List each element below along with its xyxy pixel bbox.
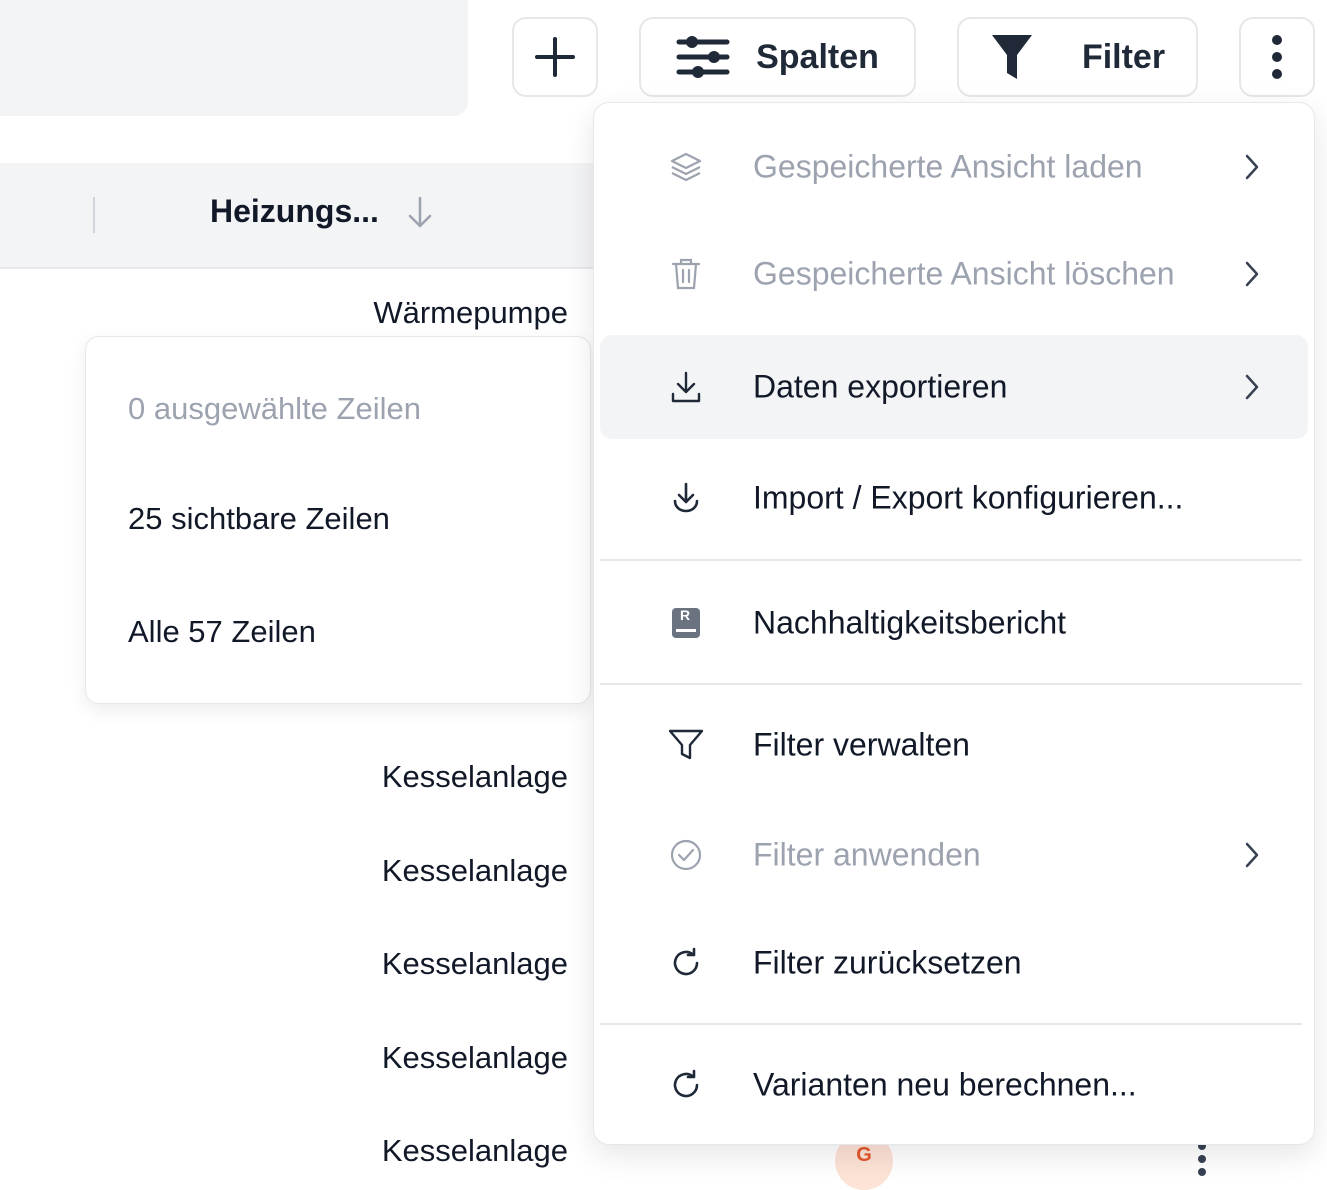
column-header-heizung[interactable]: Heizungs...	[210, 193, 379, 230]
menu-item-label: Filter zurücksetzen	[753, 944, 1022, 981]
kebab-icon	[1272, 35, 1282, 79]
more-options-button[interactable]	[1239, 17, 1315, 97]
chevron-right-icon	[1245, 154, 1259, 180]
add-button[interactable]	[512, 17, 598, 97]
menu-item-reset-filter[interactable]: Filter zurücksetzen	[600, 911, 1308, 1015]
table-cell: Kesselanlage	[381, 759, 568, 794]
search-area[interactable]	[0, 0, 468, 116]
chevron-right-icon	[1245, 842, 1259, 868]
filter-button[interactable]: Filter	[957, 17, 1198, 97]
menu-divider	[600, 559, 1302, 561]
import-export-icon	[668, 480, 704, 516]
menu-item-label: Varianten neu berechnen...	[753, 1066, 1137, 1103]
layers-icon	[668, 149, 704, 185]
menu-item-label: Nachhaltigkeitsbericht	[753, 604, 1067, 641]
menu-item-load-view[interactable]: Gespeicherte Ansicht laden	[600, 115, 1308, 219]
chevron-right-icon	[1245, 261, 1259, 287]
menu-item-recalculate-variants[interactable]: Varianten neu berechnen...	[600, 1033, 1308, 1137]
menu-item-label: Import / Export konfigurieren...	[753, 479, 1184, 516]
chevron-right-icon	[1245, 374, 1259, 400]
menu-divider	[600, 683, 1302, 685]
table-cell: Wärmepumpe	[373, 295, 568, 330]
menu-divider	[600, 1023, 1302, 1025]
row-kebab-icon[interactable]	[1196, 1142, 1208, 1186]
filter-button-label: Filter	[1081, 37, 1166, 76]
report-icon: R	[668, 605, 704, 641]
menu-item-sustainability-report[interactable]: R Nachhaltigkeitsbericht	[600, 571, 1308, 675]
menu-item-label: Gespeicherte Ansicht laden	[753, 148, 1143, 185]
export-all-rows[interactable]: Alle 57 Zeilen	[128, 614, 316, 650]
funnel-icon	[991, 35, 1032, 79]
sliders-icon	[676, 36, 730, 78]
table-cell: Kesselanlage	[381, 853, 568, 888]
plus-icon	[535, 37, 575, 77]
export-selected-rows[interactable]: 0 ausgewählte Zeilen	[128, 391, 421, 427]
table-cell: Kesselanlage	[381, 946, 568, 981]
trash-icon	[668, 256, 704, 292]
download-icon	[668, 369, 704, 405]
report-icon-letter: R	[680, 607, 691, 623]
table-cell: Kesselanlage	[381, 1133, 568, 1168]
refresh-icon	[668, 945, 704, 981]
menu-item-import-export-config[interactable]: Import / Export konfigurieren...	[600, 446, 1308, 550]
filter-outline-icon	[668, 727, 704, 763]
sort-down-icon[interactable]	[405, 195, 435, 231]
menu-item-delete-view[interactable]: Gespeicherte Ansicht löschen	[600, 222, 1308, 326]
export-submenu: 0 ausgewählte Zeilen 25 sichtbare Zeilen…	[85, 336, 591, 704]
menu-item-label: Daten exportieren	[753, 368, 1008, 405]
menu-item-export-data[interactable]: Daten exportieren	[600, 335, 1308, 439]
menu-item-label: Filter anwenden	[753, 836, 981, 873]
menu-item-label: Gespeicherte Ansicht löschen	[753, 255, 1175, 292]
menu-item-manage-filters[interactable]: Filter verwalten	[600, 693, 1308, 797]
export-visible-rows[interactable]: 25 sichtbare Zeilen	[128, 501, 390, 537]
check-circle-icon	[668, 837, 704, 873]
columns-button-label: Spalten	[756, 37, 879, 76]
columns-button[interactable]: Spalten	[639, 17, 916, 97]
menu-item-apply-filter[interactable]: Filter anwenden	[600, 803, 1308, 907]
menu-item-label: Filter verwalten	[753, 726, 970, 763]
more-options-menu: Gespeicherte Ansicht laden Gespeicherte …	[593, 102, 1315, 1145]
refresh-icon	[668, 1067, 704, 1103]
table-header: Heizungs...	[0, 163, 600, 269]
column-resize-handle[interactable]	[93, 197, 95, 233]
table-cell: Kesselanlage	[381, 1040, 568, 1075]
